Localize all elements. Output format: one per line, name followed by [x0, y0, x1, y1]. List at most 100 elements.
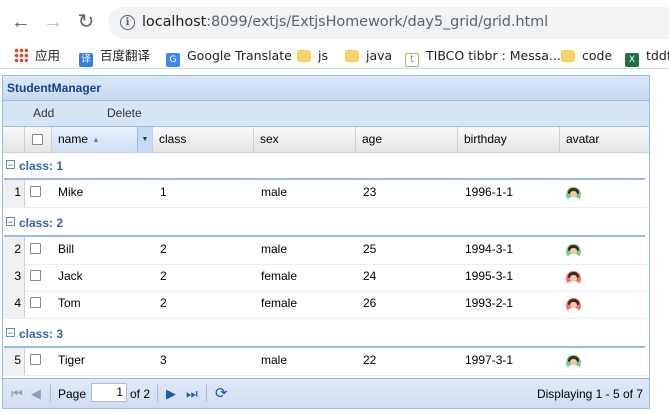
group-label: class: 1	[19, 159, 64, 173]
bookmark-label: 百度翻译	[100, 48, 151, 63]
bookmark-label: code	[582, 48, 613, 63]
column-header-name[interactable]: name ▲ ▼	[52, 127, 153, 152]
tibbr-icon: t	[405, 53, 419, 67]
page-number-input[interactable]: 1	[91, 383, 127, 402]
cell-age: 25	[363, 242, 377, 256]
column-header-birthday[interactable]: birthday	[458, 127, 560, 152]
forward-arrow-icon[interactable]: →	[42, 11, 64, 33]
separator	[157, 384, 158, 402]
bookmark-java[interactable]: java	[345, 47, 392, 65]
cell-birthday: 1997-3-1	[465, 353, 514, 367]
bookmark-label: Google Translate	[187, 48, 292, 63]
bookmark-label: js	[318, 48, 328, 63]
back-arrow-icon[interactable]: ←	[10, 11, 32, 33]
avatar-male-icon	[566, 187, 581, 202]
cell-name: Bill	[58, 242, 75, 256]
cell-name: Mike	[58, 185, 84, 199]
previous-page-icon[interactable]: ◀	[31, 386, 41, 402]
panel-title: StudentManager	[7, 81, 102, 95]
bookmarks-bar: 应用 译百度翻译 G Google Translate js java t TIBC…	[0, 44, 669, 69]
avatar-female-icon	[566, 298, 581, 313]
cell-name: Tiger	[58, 353, 85, 367]
first-page-icon[interactable]: ⏮	[11, 386, 23, 402]
group-header[interactable]: − class: 1	[3, 153, 649, 180]
avatar-male-icon	[566, 355, 581, 370]
add-button[interactable]: Add	[33, 106, 54, 120]
row-checkbox[interactable]	[30, 297, 41, 308]
bookmark-code[interactable]: code	[561, 47, 612, 65]
row-number: 5	[3, 348, 25, 375]
table-row[interactable]: 4 Tom 2 female 26 1993-2-1	[3, 291, 649, 319]
baidu-translate-icon: 译	[79, 53, 93, 67]
cell-birthday: 1993-2-1	[465, 296, 514, 310]
bookmark-label: 应用	[35, 48, 61, 63]
column-label-name: name	[58, 132, 89, 146]
avatar-male-icon	[566, 244, 581, 259]
apps-grid-icon	[14, 48, 28, 62]
column-header-sex[interactable]: sex	[254, 127, 356, 152]
collapse-icon[interactable]: −	[6, 160, 15, 170]
cell-sex: female	[261, 269, 298, 283]
row-checkbox[interactable]	[30, 354, 41, 365]
grid-toolbar: Add Delete	[3, 101, 649, 127]
table-row[interactable]: 2 Bill 2 male 25 1994-3-1	[3, 237, 649, 265]
table-row[interactable]: 5 Tiger 3 male 22 1997-3-1	[3, 348, 649, 376]
cell-sex: male	[261, 185, 288, 199]
collapse-icon[interactable]: −	[6, 328, 15, 338]
paging-display-text: Displaying 1 - 5 of 7	[536, 387, 643, 401]
column-menu-trigger-icon[interactable]: ▼	[137, 127, 152, 152]
grid-header: name ▲ ▼ class sex age birthday avatar	[3, 127, 649, 153]
column-header-avatar[interactable]: avatar	[560, 127, 649, 152]
url-host: localhost	[142, 14, 207, 30]
sort-ascending-icon: ▲	[92, 135, 100, 144]
page-label: Page	[58, 387, 87, 401]
address-bar[interactable]: i localhost:8099/extjs/ExtjsHomework/day…	[108, 7, 669, 39]
panel-header: StudentManager	[3, 76, 649, 101]
bookmark-js[interactable]: js	[297, 47, 328, 65]
last-page-icon[interactable]: ⏭	[186, 386, 198, 402]
collapse-icon[interactable]: −	[6, 217, 15, 227]
folder-icon	[561, 50, 575, 62]
cell-age: 23	[363, 185, 377, 199]
row-checkbox[interactable]	[30, 243, 41, 254]
cell-sex: male	[261, 242, 288, 256]
select-all-header	[25, 127, 52, 152]
group-header[interactable]: − class: 3	[3, 321, 649, 348]
cell-class: 3	[160, 353, 167, 367]
bookmark-apps[interactable]: 应用	[14, 47, 60, 65]
excel-icon: X	[625, 53, 639, 67]
bookmark-google-translate[interactable]: G Google Translate	[166, 47, 292, 67]
group-header[interactable]: − class: 2	[3, 210, 649, 237]
bookmark-tibbr[interactable]: t TIBCO tibbr : Messa...	[405, 47, 561, 67]
folder-icon	[345, 50, 359, 62]
table-row[interactable]: 1 Mike 1 male 23 1996-1-1	[3, 180, 649, 208]
cell-age: 26	[363, 296, 377, 310]
url-path: :8099/extjs/ExtjsHomework/day5_grid/grid…	[206, 14, 549, 30]
cell-name: Jack	[58, 269, 83, 283]
bookmark-tddf[interactable]: Xtddf	[625, 47, 669, 67]
cell-sex: female	[261, 296, 298, 310]
select-all-checkbox[interactable]	[32, 134, 43, 145]
table-row[interactable]: 3 Jack 2 female 24 1995-3-1	[3, 264, 649, 292]
column-header-class[interactable]: class	[153, 127, 254, 152]
reload-icon[interactable]: ↻	[75, 11, 97, 33]
row-number: 1	[3, 180, 25, 207]
cell-age: 24	[363, 269, 377, 283]
refresh-icon[interactable]: ⟳	[215, 384, 228, 402]
info-icon[interactable]: i	[120, 15, 135, 30]
separator	[206, 384, 207, 402]
column-header-age[interactable]: age	[356, 127, 458, 152]
next-page-icon[interactable]: ▶	[166, 386, 176, 402]
row-number: 4	[3, 291, 25, 318]
group-label: class: 2	[19, 216, 64, 230]
separator	[50, 384, 51, 402]
delete-button[interactable]: Delete	[107, 106, 142, 120]
cell-name: Tom	[58, 296, 81, 310]
student-grid-panel: StudentManager Add Delete name ▲ ▼ class …	[2, 75, 650, 409]
row-checkbox[interactable]	[30, 186, 41, 197]
bookmark-baidu-translate[interactable]: 译百度翻译	[79, 47, 151, 67]
cell-age: 22	[363, 353, 377, 367]
row-number: 3	[3, 264, 25, 291]
browser-toolbar: ← → ↻ i localhost:8099/extjs/ExtjsHomewo…	[0, 0, 669, 44]
row-checkbox[interactable]	[30, 270, 41, 281]
